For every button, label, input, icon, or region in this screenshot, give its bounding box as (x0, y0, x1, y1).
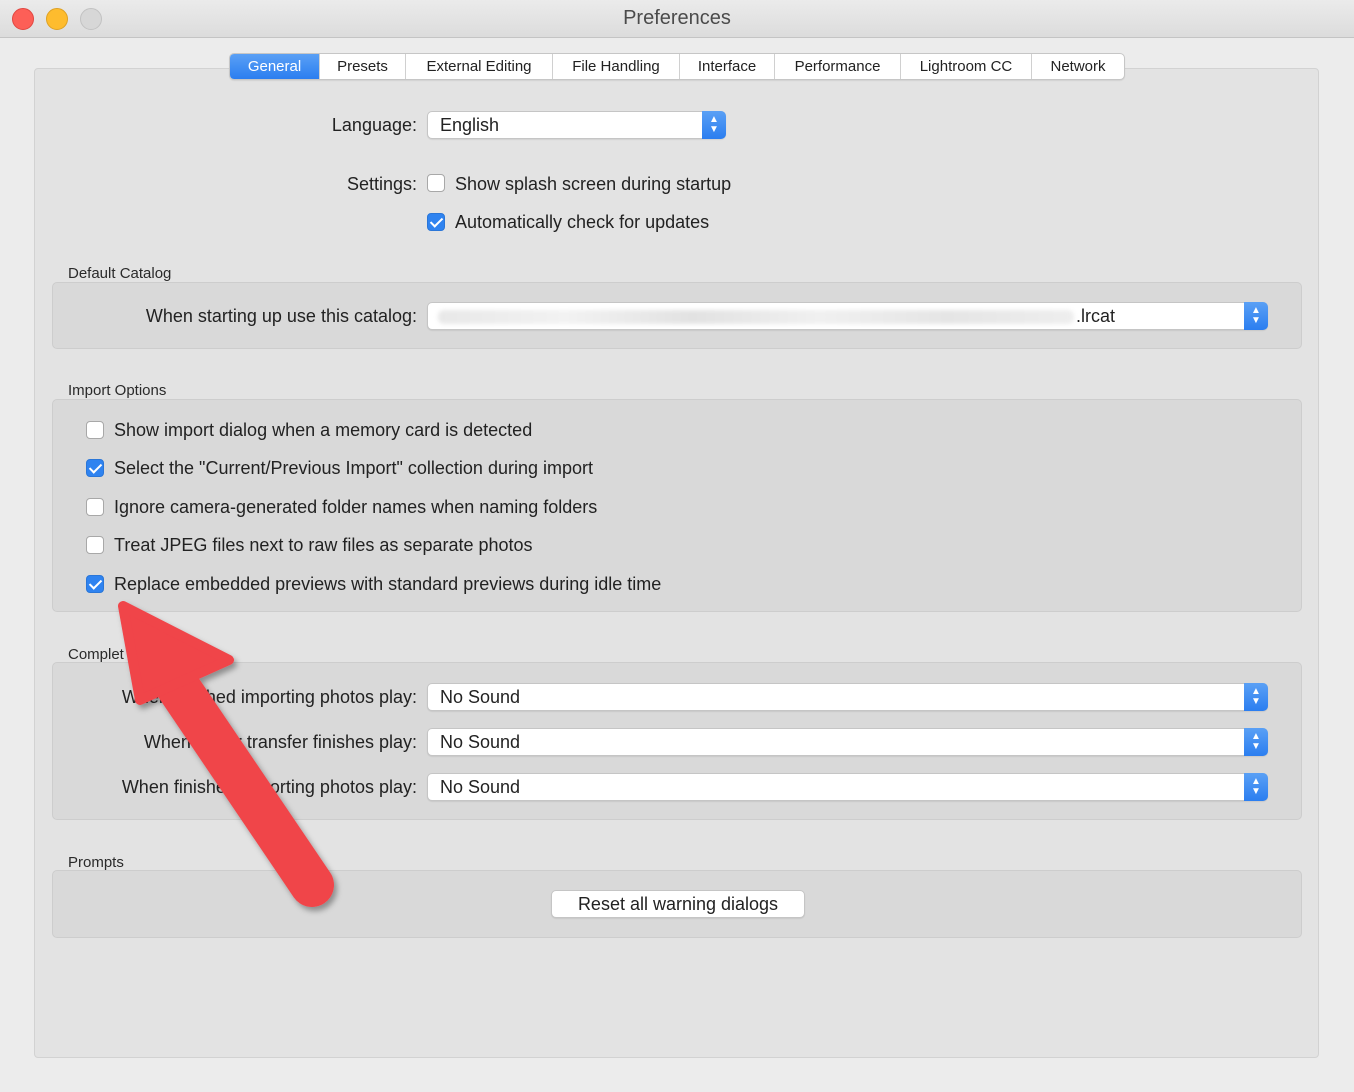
select-current-import-label: Select the "Current/Previous Import" col… (114, 458, 593, 478)
import-sound-value: No Sound (440, 687, 521, 707)
language-select[interactable]: English ▲ ▼ (427, 111, 726, 139)
completion-sounds-title: Complet (68, 646, 124, 663)
import-sound-label: When finished importing photos play: (121, 687, 417, 707)
import-options-title: Import Options (68, 382, 167, 399)
splash-screen-checkbox[interactable] (427, 174, 445, 192)
tab-external-editing[interactable]: External Editing (406, 54, 553, 79)
select-arrows-icon: ▲ ▼ (702, 111, 726, 139)
import-sound-select[interactable]: No Sound ▲ ▼ (427, 683, 1268, 711)
check-updates-label: Automatically check for updates (455, 212, 710, 232)
treat-jpeg-separate-label: Treat JPEG files next to raw files as se… (114, 535, 533, 555)
select-arrows-icon: ▲ ▼ (1244, 728, 1268, 756)
title-bar: Preferences (0, 0, 1354, 38)
default-catalog-title: Default Catalog (68, 265, 172, 282)
tab-interface[interactable]: Interface (680, 54, 775, 79)
language-label: Language: (331, 115, 417, 135)
tether-sound-label: When tether transfer finishes play: (143, 732, 417, 752)
tab-network[interactable]: Network (1032, 54, 1124, 79)
export-sound-value: No Sound (440, 777, 521, 797)
select-current-import-checkbox[interactable] (86, 459, 104, 477)
tab-lightroom-cc[interactable]: Lightroom CC (901, 54, 1032, 79)
blurred-catalog-path (438, 310, 1074, 324)
select-arrows-icon: ▲ ▼ (1244, 302, 1268, 330)
tab-general[interactable]: General (230, 54, 320, 79)
catalog-select[interactable]: .lrcat ▲ ▼ (427, 302, 1268, 330)
import-dialog-checkbox[interactable] (86, 421, 104, 439)
ignore-folder-names-checkbox[interactable] (86, 498, 104, 516)
language-value: English (440, 115, 500, 135)
prompts-title: Prompts (68, 854, 124, 871)
treat-jpeg-separate-checkbox[interactable] (86, 536, 104, 554)
window-title: Preferences (623, 7, 731, 29)
export-sound-label: When finished exporting photos play: (121, 777, 417, 797)
catalog-suffix: .lrcat (1076, 306, 1116, 326)
splash-screen-label: Show splash screen during startup (455, 174, 732, 194)
tether-sound-value: No Sound (440, 732, 521, 752)
ignore-folder-names-label: Ignore camera-generated folder names whe… (114, 497, 598, 517)
export-sound-select[interactable]: No Sound ▲ ▼ (427, 773, 1268, 801)
tab-performance[interactable]: Performance (775, 54, 901, 79)
tab-bar: General Presets External Editing File Ha… (229, 53, 1125, 80)
check-updates-checkbox[interactable] (427, 213, 445, 231)
replace-previews-checkbox[interactable] (86, 575, 104, 593)
select-arrows-icon: ▲ ▼ (1244, 773, 1268, 801)
reset-warning-dialogs-button[interactable]: Reset all warning dialogs (551, 890, 805, 918)
tether-sound-select[interactable]: No Sound ▲ ▼ (427, 728, 1268, 756)
tab-presets[interactable]: Presets (320, 54, 406, 79)
select-arrows-icon: ▲ ▼ (1244, 683, 1268, 711)
settings-label: Settings: (346, 174, 417, 194)
replace-previews-label: Replace embedded previews with standard … (114, 574, 662, 594)
tab-file-handling[interactable]: File Handling (553, 54, 680, 79)
catalog-label: When starting up use this catalog: (145, 306, 417, 326)
import-dialog-label: Show import dialog when a memory card is… (114, 420, 533, 440)
